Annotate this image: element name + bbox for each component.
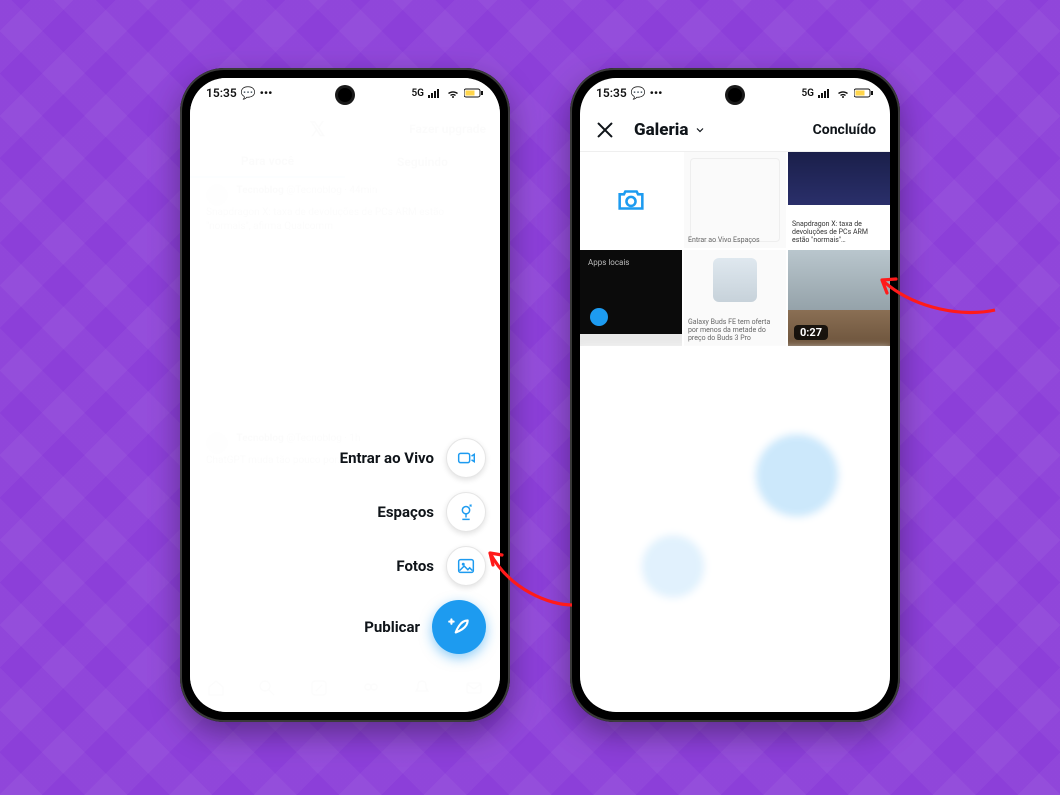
fab-item-publish[interactable]: Publicar bbox=[364, 600, 486, 654]
close-icon[interactable] bbox=[594, 119, 616, 141]
live-icon bbox=[446, 438, 486, 478]
fab-item-photos[interactable]: Fotos bbox=[396, 546, 486, 586]
fab-photos-label: Fotos bbox=[396, 557, 434, 575]
battery-icon bbox=[464, 88, 484, 98]
gallery-title-dropdown[interactable]: Galeria bbox=[634, 120, 706, 140]
status-time: 15:35 bbox=[596, 86, 627, 100]
fab-item-spaces[interactable]: Espaços bbox=[377, 492, 486, 532]
fab-publish-label: Publicar bbox=[364, 618, 420, 636]
gallery-header: Galeria Concluído bbox=[580, 108, 890, 152]
annotation-arrow-photos bbox=[480, 535, 580, 615]
status-more-icon: ••• bbox=[260, 86, 273, 100]
wifi-icon bbox=[836, 88, 850, 98]
background-pattern bbox=[0, 0, 1060, 795]
thumb-3-caption: Snapdragon X: taxa de devoluções de PCs … bbox=[792, 220, 886, 244]
spaces-icon bbox=[446, 492, 486, 532]
compose-icon bbox=[432, 600, 486, 654]
status-more-icon: ••• bbox=[650, 86, 663, 100]
status-chat-icon: 💬 bbox=[631, 86, 646, 100]
fab-live-label: Entrar ao Vivo bbox=[340, 449, 434, 467]
gallery-thumb-5[interactable]: Galaxy Buds FE tem oferta por menos da m… bbox=[684, 250, 786, 346]
screen-right: 15:35 💬 ••• 5G Galeria Concluído bbox=[580, 78, 890, 712]
camera-notch bbox=[728, 88, 742, 102]
gallery-thumb-4[interactable]: Apps locais bbox=[580, 250, 682, 346]
gallery-thumb-3[interactable]: Snapdragon X: taxa de devoluções de PCs … bbox=[788, 152, 890, 248]
phone-right: 15:35 💬 ••• 5G Galeria Concluído bbox=[570, 68, 900, 722]
status-5g-label: 5G bbox=[411, 88, 424, 99]
gallery-blurred-area bbox=[580, 348, 890, 712]
thumb-4-caption: Apps locais bbox=[588, 258, 629, 267]
status-5g-label: 5G bbox=[801, 88, 814, 99]
gallery-camera-tile[interactable] bbox=[580, 152, 682, 248]
chevron-down-icon bbox=[694, 124, 706, 136]
annotation-arrow-video bbox=[870, 255, 1000, 335]
gallery-title-label: Galeria bbox=[634, 120, 688, 140]
gallery-thumb-2[interactable]: Entrar ao Vivo Espaços bbox=[684, 152, 786, 248]
wifi-icon bbox=[446, 88, 460, 98]
signal-icon bbox=[428, 88, 442, 98]
status-time: 15:35 bbox=[206, 86, 237, 100]
phone-left: 15:35 💬 ••• 5G 𝕏 Fazer upgrade Para você… bbox=[180, 68, 510, 722]
camera-icon bbox=[614, 183, 648, 217]
thumb-5-caption: Galaxy Buds FE tem oferta por menos da m… bbox=[688, 318, 782, 342]
signal-icon bbox=[818, 88, 832, 98]
fab-item-live[interactable]: Entrar ao Vivo bbox=[340, 438, 486, 478]
video-duration-badge: 0:27 bbox=[794, 325, 828, 340]
status-chat-icon: 💬 bbox=[241, 86, 256, 100]
fab-spaces-label: Espaços bbox=[377, 503, 434, 521]
battery-icon bbox=[854, 88, 874, 98]
camera-notch bbox=[338, 88, 352, 102]
thumb-2-caption: Entrar ao Vivo Espaços bbox=[688, 236, 782, 244]
gallery-grid: Entrar ao Vivo Espaços Snapdragon X: tax… bbox=[580, 152, 890, 346]
fab-menu: Entrar ao Vivo Espaços Fotos Publicar bbox=[340, 438, 486, 654]
done-button[interactable]: Concluído bbox=[813, 122, 876, 138]
screen-left: 15:35 💬 ••• 5G 𝕏 Fazer upgrade Para você… bbox=[190, 78, 500, 712]
